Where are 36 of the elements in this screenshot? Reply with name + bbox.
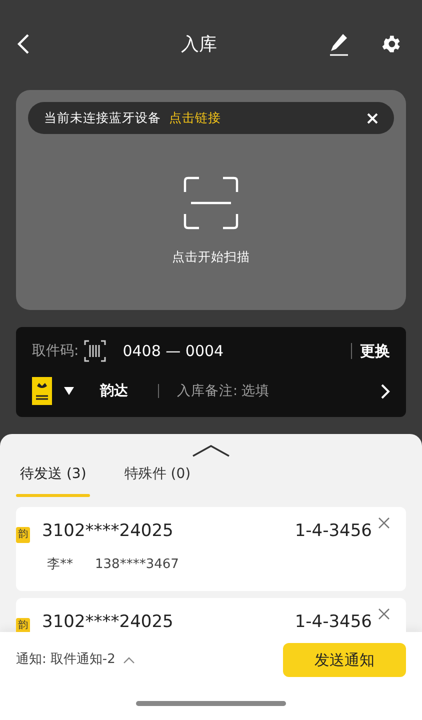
pickup-code: 0408 — 0004 xyxy=(122,340,224,362)
notice-label: 通知: xyxy=(16,651,46,670)
pickup-code-label: 取件码: xyxy=(32,342,79,360)
tracking-number: 3102****24025 xyxy=(42,611,174,632)
courier-logo-icon xyxy=(32,377,52,405)
remark-label: 入库备注: xyxy=(177,382,238,401)
settings-icon[interactable] xyxy=(380,33,402,55)
recipient-phone: 138****3467 xyxy=(95,556,179,574)
chevron-right-icon[interactable] xyxy=(381,384,390,398)
courier-badge: 韵 xyxy=(16,618,30,632)
back-icon[interactable] xyxy=(16,33,30,55)
change-button[interactable]: 更换 xyxy=(360,340,390,362)
courier-name[interactable]: 韵达 xyxy=(100,380,128,402)
caret-icon xyxy=(123,656,136,664)
dropdown-icon[interactable] xyxy=(64,387,74,395)
recipient-name: 李** xyxy=(47,556,73,574)
scan-hint: 点击开始扫描 xyxy=(172,248,250,266)
banner-message: 当前未连接蓝牙设备 xyxy=(44,108,161,127)
notice-template-dropdown[interactable]: 取件通知-2 xyxy=(50,650,136,670)
scanner-panel[interactable]: 当前未连接蓝牙设备 点击链接 点击开始扫描 xyxy=(16,90,406,310)
barcode-icon[interactable] xyxy=(82,339,107,363)
scan-frame-icon xyxy=(183,176,239,230)
shelf-code: 1-4-3456 xyxy=(294,611,372,632)
tab[interactable]: 待发送 (3) xyxy=(16,464,90,497)
send-notice-button[interactable]: 发送通知 xyxy=(283,643,406,677)
connect-link[interactable]: 点击链接 xyxy=(169,108,221,128)
courier-badge: 韵 xyxy=(16,526,30,543)
pencil-icon[interactable] xyxy=(328,32,350,56)
parcel-card[interactable]: 韵 3102****24025 1-4-3456 李** 138****3467 xyxy=(16,507,406,591)
tracking-number: 3102****24025 xyxy=(42,520,174,543)
parcel-card[interactable]: 韵 3102****24025 1-4-3456 xyxy=(16,598,406,632)
shelf-code: 1-4-3456 xyxy=(294,520,372,543)
page-title: 入库 xyxy=(181,32,217,56)
remark-field[interactable]: 选填 xyxy=(242,380,270,402)
tab[interactable]: 特殊件 (0) xyxy=(120,464,195,497)
expand-up-icon[interactable] xyxy=(192,444,230,458)
